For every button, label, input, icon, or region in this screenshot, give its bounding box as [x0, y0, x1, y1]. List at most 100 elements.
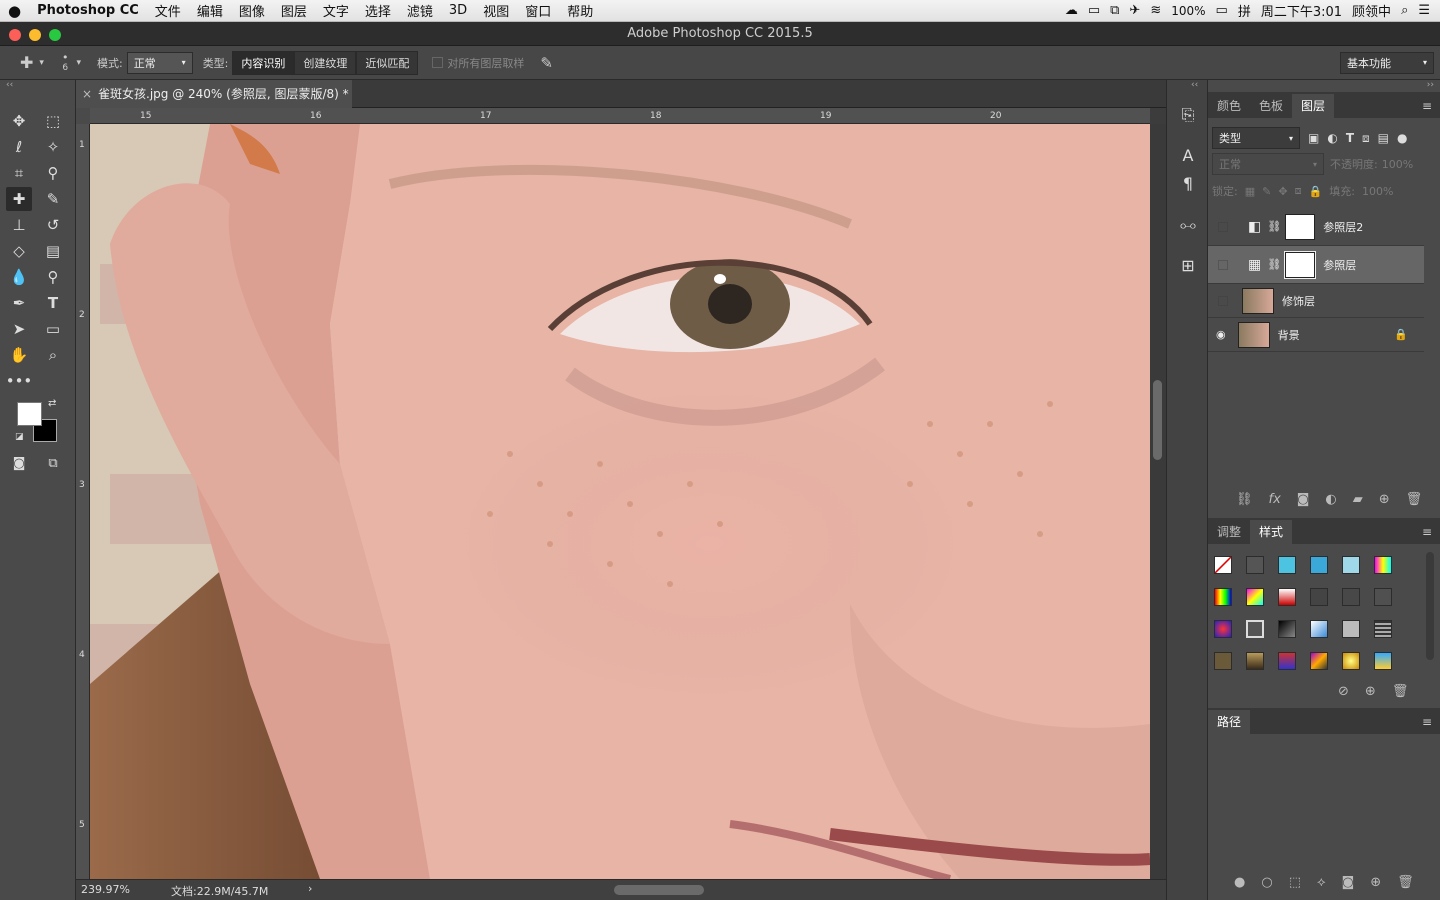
search-icon[interactable]: ⌕: [1401, 3, 1408, 18]
clone-stamp-tool-icon[interactable]: ⊥: [6, 213, 32, 237]
horizontal-ruler[interactable]: 15 16 17 18 19 20: [90, 108, 1150, 124]
filter-pixel-icon[interactable]: ▣: [1308, 131, 1319, 145]
new-style-icon[interactable]: ⊕: [1365, 684, 1376, 699]
style-swatch-none[interactable]: [1214, 556, 1232, 574]
spot-healing-tool-icon[interactable]: ✚: [6, 187, 32, 211]
close-tab-icon[interactable]: ×: [82, 80, 92, 108]
styles-scrollbar[interactable]: [1426, 552, 1434, 660]
style-swatch[interactable]: [1278, 652, 1296, 670]
create-texture-button[interactable]: 创建纹理: [294, 50, 357, 75]
menu-help[interactable]: 帮助: [559, 1, 601, 20]
lock-artboard-icon[interactable]: ⧈: [1295, 184, 1302, 198]
ruler-origin[interactable]: [76, 108, 90, 124]
proximity-match-button[interactable]: 近似匹配: [356, 50, 419, 75]
marquee-tool-icon[interactable]: ⬚: [40, 109, 66, 133]
link-layers-icon[interactable]: ⛓: [1236, 492, 1253, 507]
fill-value[interactable]: 100%: [1362, 185, 1393, 198]
dodge-tool-icon[interactable]: ⚲: [40, 265, 66, 289]
filter-type-icon[interactable]: T: [1346, 131, 1354, 145]
apple-menu-icon[interactable]: ●: [0, 2, 29, 20]
new-path-icon[interactable]: ⊕: [1370, 875, 1381, 890]
fx-icon[interactable]: fx: [1269, 492, 1281, 507]
vertical-scrollbar[interactable]: [1150, 124, 1166, 879]
gradient-tool-icon[interactable]: ▤: [40, 239, 66, 263]
quick-mask-icon[interactable]: ◙: [6, 451, 32, 475]
tab-adjustments[interactable]: 调整: [1208, 520, 1250, 544]
add-mask-icon[interactable]: ◙: [1297, 492, 1310, 507]
character-panel-icon[interactable]: A: [1177, 144, 1199, 166]
vertical-ruler[interactable]: 1 2 3 4 5: [76, 124, 90, 879]
history-brush-tool-icon[interactable]: ↺: [40, 213, 66, 237]
style-swatch[interactable]: [1374, 652, 1392, 670]
creative-cloud-icon[interactable]: ☁: [1065, 3, 1078, 18]
tab-layers[interactable]: 图层: [1292, 94, 1335, 118]
brush-size-picker[interactable]: • 6: [62, 52, 69, 73]
minimize-window-button[interactable]: [29, 29, 41, 41]
style-swatch[interactable]: [1214, 652, 1232, 670]
new-group-icon[interactable]: ▰: [1353, 492, 1363, 507]
style-swatch[interactable]: [1278, 588, 1296, 606]
menu-type[interactable]: 文字: [315, 1, 357, 20]
layer-thumbnail[interactable]: [1242, 287, 1274, 314]
visibility-off-box[interactable]: [1218, 259, 1228, 270]
brush-dropdown-icon[interactable]: ▾: [76, 58, 81, 68]
mask-link-icon[interactable]: ⛓: [1267, 258, 1281, 271]
move-tool-icon[interactable]: ✥: [6, 109, 32, 133]
clear-style-icon[interactable]: ⊘: [1338, 684, 1349, 699]
layer-row-background[interactable]: ◉ 背景 🔒: [1208, 318, 1424, 352]
blend-mode-select[interactable]: 正常 ▾: [1212, 153, 1324, 175]
style-swatch[interactable]: [1342, 556, 1360, 574]
layer-row-reference[interactable]: ▦ ⛓ 参照层: [1208, 246, 1424, 284]
layer-row-retouch[interactable]: 修饰层: [1208, 284, 1424, 318]
tab-color[interactable]: 颜色: [1208, 94, 1250, 118]
filter-shape-icon[interactable]: ⧈: [1362, 131, 1370, 146]
brush-tool-icon[interactable]: ✎: [40, 187, 66, 211]
close-window-button[interactable]: [9, 29, 21, 41]
display-icon[interactable]: ⧉: [1110, 3, 1119, 18]
user-name[interactable]: 顾领中: [1352, 1, 1391, 20]
trash-icon[interactable]: 🗑: [1397, 875, 1414, 890]
add-mask-icon[interactable]: ◙: [1342, 875, 1355, 890]
screen-record-icon[interactable]: ▭: [1088, 3, 1100, 18]
eyedropper-tool-icon[interactable]: ⚲: [40, 161, 66, 185]
sample-all-checkbox[interactable]: [432, 57, 444, 68]
horizontal-scroll-thumb[interactable]: [614, 885, 704, 895]
style-swatch[interactable]: [1246, 588, 1264, 606]
layer-mask-thumbnail[interactable]: [1285, 213, 1316, 240]
style-swatch[interactable]: [1246, 620, 1264, 638]
app-menu[interactable]: Photoshop CC: [29, 3, 147, 18]
lock-position-icon[interactable]: ✥: [1278, 185, 1287, 198]
make-work-path-icon[interactable]: ⟡: [1317, 875, 1326, 890]
eye-icon[interactable]: ◉: [1216, 328, 1226, 341]
style-swatch[interactable]: [1310, 620, 1328, 638]
rectangle-tool-icon[interactable]: ▭: [40, 317, 66, 341]
menu-file[interactable]: 文件: [147, 1, 189, 20]
status-menu-arrow[interactable]: ›: [308, 882, 312, 895]
wifi-icon[interactable]: ≋: [1150, 3, 1161, 18]
style-swatch[interactable]: [1342, 588, 1360, 606]
style-swatch[interactable]: [1278, 556, 1296, 574]
panel-menu-icon[interactable]: ≡: [1414, 520, 1440, 544]
layer-mask-thumbnail[interactable]: [1284, 250, 1317, 279]
battery-icon[interactable]: ▭: [1216, 3, 1228, 18]
battery-text[interactable]: 100%: [1171, 4, 1205, 18]
style-swatch[interactable]: [1214, 588, 1232, 606]
mask-link-icon[interactable]: ⛓: [1267, 220, 1281, 233]
content-aware-button[interactable]: 内容识别: [232, 50, 295, 75]
default-colors-icon[interactable]: ◪: [15, 432, 24, 442]
trash-icon[interactable]: 🗑: [1406, 492, 1423, 507]
panel-menu-icon[interactable]: ≡: [1414, 94, 1440, 118]
pen-tool-icon[interactable]: ✒: [6, 291, 32, 315]
spot-healing-preset-icon[interactable]: ✚: [20, 53, 33, 72]
style-swatch[interactable]: [1246, 652, 1264, 670]
document-canvas[interactable]: [90, 124, 1150, 879]
quick-select-tool-icon[interactable]: ✧: [40, 135, 66, 159]
eraser-tool-icon[interactable]: ◇: [6, 239, 32, 263]
tab-swatches[interactable]: 色板: [1250, 94, 1292, 118]
layer-name[interactable]: 参照层: [1323, 257, 1356, 273]
visibility-off-box[interactable]: [1218, 221, 1228, 232]
collapse-toolbar-icon[interactable]: ‹‹: [6, 80, 13, 90]
new-adjustment-icon[interactable]: ◐: [1325, 492, 1336, 507]
menu-3d[interactable]: 3D: [441, 3, 475, 18]
stroke-path-icon[interactable]: ○: [1261, 875, 1272, 890]
